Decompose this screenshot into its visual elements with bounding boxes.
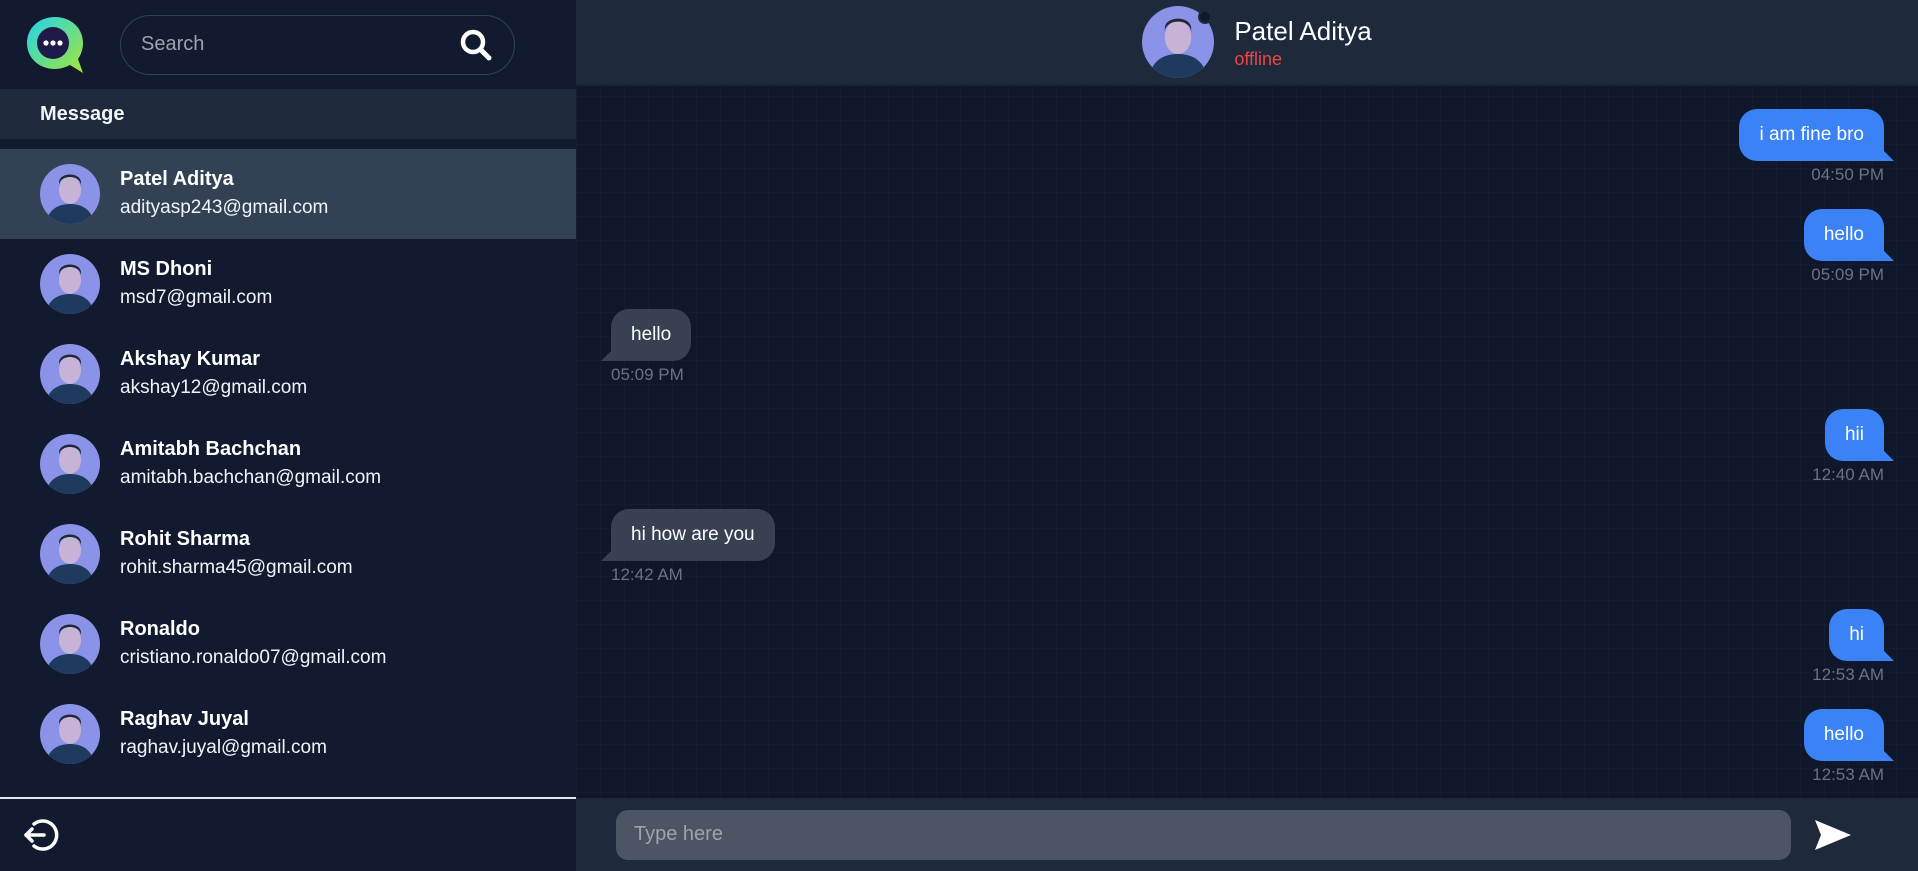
status-dot [1198,10,1213,24]
sidebar: Message Patel Aditya adityasp243@gmail.c… [0,0,576,871]
chat-header-contact[interactable]: Patel Aditya offline [1142,6,1372,78]
contact-text: Ronaldo cristiano.ronaldo07@gmail.com [120,615,386,673]
chat-panel: Patel Aditya offline i am fine bro 04:50… [576,0,1918,871]
message-bubble[interactable]: i am fine bro [1739,109,1894,161]
contact-email: raghav.juyal@gmail.com [120,737,327,758]
contact-text: Akshay Kumar akshay12@gmail.com [120,345,307,403]
contact-email: amitabh.bachchan@gmail.com [120,467,382,488]
message-bubble[interactable]: hello [1803,209,1895,261]
message-time: 05:09 PM [611,365,684,384]
message-item: hii 12:40 AM [1812,409,1895,485]
chat-header: Patel Aditya offline [576,0,1918,86]
search-box [120,14,515,75]
message-bubble[interactable]: hi [1829,609,1894,661]
avatar [40,524,100,584]
contact-item[interactable]: Ronaldo cristiano.ronaldo07@gmail.com [0,599,576,689]
avatar [40,344,100,404]
contact-email: msd7@gmail.com [120,287,273,308]
contact-email: cristiano.ronaldo07@gmail.com [120,647,387,668]
chat-contact-name: Patel Aditya [1234,16,1372,46]
contact-text: MS Dhoni msd7@gmail.com [120,255,272,313]
contact-name: Ronaldo [120,618,200,640]
contact-item[interactable]: Raghav Juyal raghav.juyal@gmail.com [0,689,576,779]
sidebar-top [0,0,576,89]
message-bubble[interactable]: hello [600,309,692,361]
message-item: hello 05:09 PM [1803,209,1895,285]
message-bubble[interactable]: hii [1824,409,1895,461]
contact-email: akshay12@gmail.com [120,377,308,398]
contact-item[interactable]: MS Dhoni msd7@gmail.com [0,239,576,329]
search-input[interactable] [141,33,458,56]
contact-item[interactable]: Akshay Kumar akshay12@gmail.com [0,329,576,419]
message-time: 12:42 AM [611,565,683,584]
message-item: hi 12:53 AM [1812,609,1894,685]
message-composer [576,798,1918,871]
chat-logo-icon[interactable] [25,15,85,75]
contact-name: Raghav Juyal [120,708,249,730]
message-time: 12:53 AM [1812,765,1884,784]
contact-item[interactable]: Amitabh Bachchan amitabh.bachchan@gmail.… [0,419,576,509]
contact-name: MS Dhoni [120,258,213,280]
contact-item[interactable]: Rohit Sharma rohit.sharma45@gmail.com [0,509,576,599]
message-list: i am fine bro 04:50 PM hello 05:09 PM he… [576,88,1918,798]
contact-text: Amitabh Bachchan amitabh.bachchan@gmail.… [120,435,381,493]
avatar [40,254,100,314]
contact-text: Raghav Juyal raghav.juyal@gmail.com [120,705,327,763]
message-input[interactable] [616,809,1791,860]
message-item: i am fine bro 04:50 PM [1739,109,1894,185]
contact-name: Akshay Kumar [120,348,261,370]
message-time: 05:09 PM [1811,265,1884,284]
logout-icon[interactable] [22,816,60,854]
avatar [40,164,100,224]
sidebar-footer [0,797,576,871]
contact-text: Patel Aditya adityasp243@gmail.com [120,165,328,223]
contact-list: Patel Aditya adityasp243@gmail.com MS Dh… [0,149,576,797]
header-avatar [1142,6,1215,78]
avatar [40,614,100,674]
chat-contact-status: offline [1234,49,1283,69]
message-item: hello 05:09 PM [600,309,692,385]
search-icon[interactable] [458,27,494,63]
message-time: 04:50 PM [1811,165,1884,184]
contact-email: rohit.sharma45@gmail.com [120,557,353,578]
avatar [40,434,100,494]
chat-app: Message Patel Aditya adityasp243@gmail.c… [0,0,1918,871]
contact-name: Amitabh Bachchan [120,438,302,460]
send-icon[interactable] [1811,813,1855,857]
message-time: 12:40 AM [1812,465,1884,484]
message-bubble[interactable]: hello [1803,709,1895,761]
message-item: hello 12:53 AM [1803,709,1895,785]
contact-text: Rohit Sharma rohit.sharma45@gmail.com [120,525,353,583]
contact-email: adityasp243@gmail.com [120,197,329,218]
message-section-title: Message [0,89,576,139]
message-time: 12:53 AM [1812,665,1884,684]
contact-name: Rohit Sharma [120,528,251,550]
contact-item[interactable]: Patel Aditya adityasp243@gmail.com [0,149,576,239]
avatar [40,704,100,764]
chat-header-text: Patel Aditya offline [1234,14,1371,70]
contact-name: Patel Aditya [120,168,234,190]
message-bubble[interactable]: hi how are you [601,509,775,561]
message-item: hi how are you 12:42 AM [601,509,775,585]
